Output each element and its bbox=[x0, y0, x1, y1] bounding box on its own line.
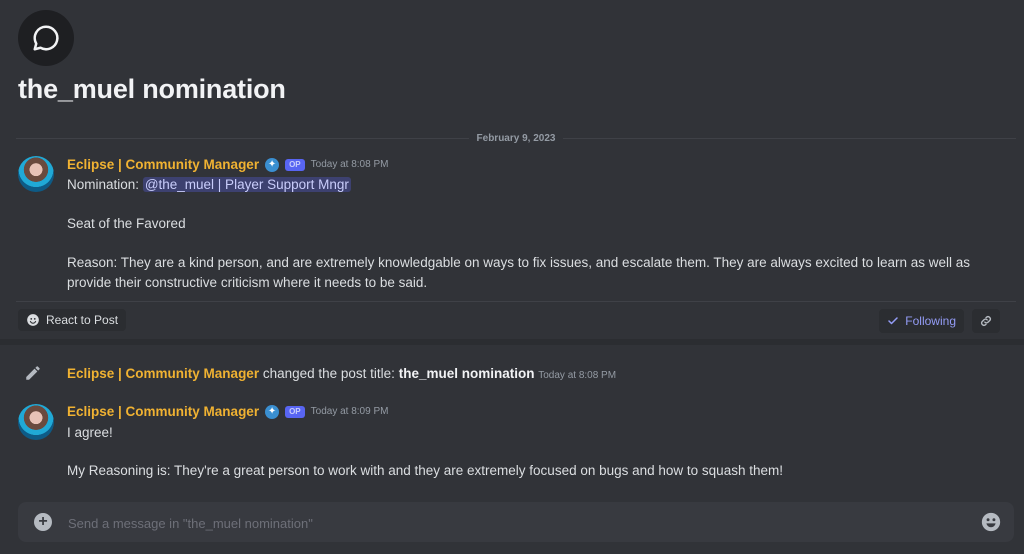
message-header: Eclipse | Community Manager ✦ OP Today a… bbox=[67, 404, 388, 419]
react-emoji-icon bbox=[27, 314, 39, 326]
new-post-title: the_muel nomination bbox=[398, 365, 535, 381]
timestamp[interactable]: Today at 8:08 PM bbox=[311, 159, 389, 170]
link-icon bbox=[981, 316, 991, 326]
timestamp[interactable]: Today at 8:09 PM bbox=[311, 406, 389, 417]
message-input[interactable] bbox=[66, 510, 950, 536]
message-line: provide their constructive criticism whe… bbox=[67, 275, 428, 290]
message-header: Eclipse | Community Manager ✦ OP Today a… bbox=[67, 157, 388, 172]
user-mention[interactable]: @the_muel | Player Support Mngr bbox=[142, 177, 351, 192]
pencil-icon bbox=[26, 366, 40, 380]
avatar[interactable] bbox=[18, 404, 54, 440]
system-action: changed the post title: bbox=[262, 365, 395, 381]
following-label: Following bbox=[905, 314, 956, 328]
message-composer: + bbox=[18, 502, 1014, 542]
username[interactable]: Eclipse | Community Manager bbox=[67, 366, 259, 381]
avatar[interactable] bbox=[18, 156, 54, 192]
post-actions-bar: React to Post Following bbox=[16, 301, 1016, 340]
role-icon[interactable]: ✦ bbox=[265, 157, 280, 172]
message-line: My Reasoning is: They're a great person … bbox=[67, 463, 783, 478]
thread-separator bbox=[0, 339, 1024, 345]
role-icon[interactable]: ✦ bbox=[265, 404, 280, 419]
message-line: Reason: They are a kind person, and are … bbox=[67, 255, 970, 270]
system-message-text: Eclipse | Community Manager changed the … bbox=[67, 366, 616, 381]
nomination-prefix: Nomination: bbox=[67, 177, 140, 192]
username[interactable]: Eclipse | Community Manager bbox=[67, 404, 259, 419]
react-to-post-button[interactable]: React to Post bbox=[18, 309, 127, 331]
date-divider: February 9, 2023 bbox=[16, 130, 1016, 146]
message-line: Nomination: @the_muel | Player Support M… bbox=[67, 177, 351, 192]
copy-link-button[interactable] bbox=[972, 309, 1000, 333]
op-badge: OP bbox=[285, 405, 305, 418]
timestamp[interactable]: Today at 8:08 PM bbox=[538, 370, 616, 381]
emoji-icon[interactable] bbox=[980, 511, 1002, 533]
message-line: Seat of the Favored bbox=[67, 216, 186, 231]
system-message: Eclipse | Community Manager changed the … bbox=[24, 364, 616, 382]
following-button[interactable]: Following bbox=[879, 309, 964, 333]
check-icon bbox=[888, 317, 899, 325]
forum-chat-icon bbox=[18, 10, 74, 66]
message-line: I agree! bbox=[67, 425, 113, 440]
plus-icon[interactable]: + bbox=[34, 513, 52, 531]
react-to-post-label: React to Post bbox=[46, 313, 119, 327]
op-badge: OP bbox=[285, 158, 305, 171]
username[interactable]: Eclipse | Community Manager bbox=[67, 157, 259, 172]
post-title: the_muel nomination bbox=[18, 74, 286, 104]
date-divider-text: February 9, 2023 bbox=[476, 132, 556, 144]
